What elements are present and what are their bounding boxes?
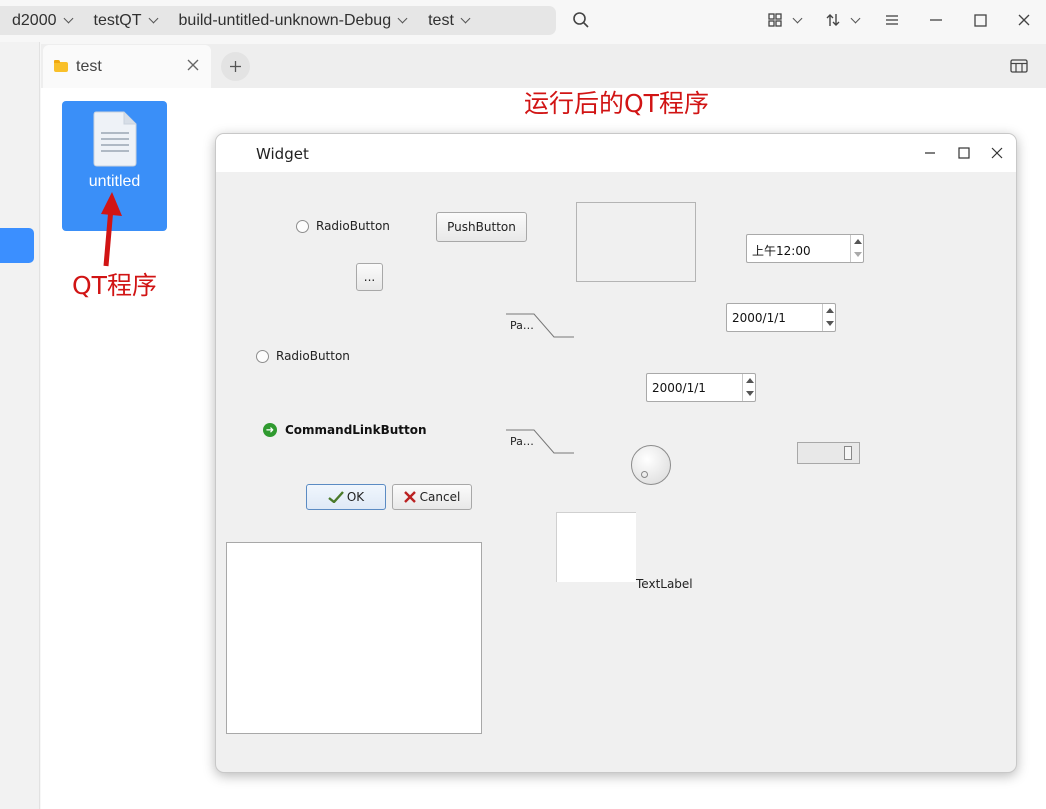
dial-knob[interactable] bbox=[631, 445, 671, 485]
graphics-view bbox=[556, 512, 636, 582]
spin-arrows[interactable] bbox=[850, 235, 863, 262]
breadcrumb-label: testQT bbox=[93, 11, 142, 29]
red-arrow-icon bbox=[101, 192, 122, 267]
radio-label: RadioButton bbox=[316, 219, 390, 233]
spin-arrows[interactable] bbox=[742, 374, 755, 401]
file-name: untitled bbox=[88, 173, 141, 190]
tab-test[interactable]: test bbox=[43, 45, 211, 88]
chevron-down-icon bbox=[850, 13, 860, 23]
top-bar: d2000 testQT build-untitled-unknown-Debu… bbox=[0, 0, 1046, 42]
maximize-icon[interactable] bbox=[956, 145, 972, 161]
spin-arrows[interactable] bbox=[822, 304, 835, 331]
annotation-qt-program: QT程序 bbox=[72, 271, 157, 300]
breadcrumb-label: d2000 bbox=[12, 11, 57, 29]
view-mode-button[interactable] bbox=[763, 8, 805, 32]
chevron-down-icon[interactable] bbox=[397, 13, 408, 24]
minimize-icon bbox=[930, 19, 942, 21]
sort-button[interactable] bbox=[821, 8, 863, 32]
breadcrumb-label: test bbox=[428, 11, 454, 29]
sort-icon bbox=[826, 14, 839, 26]
radio-circle[interactable] bbox=[256, 349, 269, 363]
search-button[interactable] bbox=[570, 8, 592, 32]
spin-down-icon[interactable] bbox=[826, 321, 834, 326]
breadcrumb-item-d2000[interactable]: d2000 bbox=[0, 12, 94, 30]
date-edit-value: 2000/1/1 bbox=[652, 381, 706, 395]
cancel-button[interactable]: Cancel bbox=[392, 484, 472, 510]
minimize-button[interactable] bbox=[927, 8, 945, 32]
spin-down-icon[interactable] bbox=[854, 252, 862, 257]
radio-label: RadioButton bbox=[276, 349, 350, 363]
time-edit-value: 上午12:00 bbox=[752, 244, 811, 258]
spin-up-icon[interactable] bbox=[854, 239, 862, 244]
arrow-right-circle-icon: ➜ bbox=[263, 423, 277, 437]
ok-label: OK bbox=[346, 490, 365, 504]
breadcrumb-item-test[interactable]: test bbox=[428, 12, 491, 30]
text-document-icon bbox=[93, 111, 137, 167]
radio-button-left[interactable]: RadioButton bbox=[256, 349, 350, 363]
push-button[interactable]: PushButton bbox=[436, 212, 527, 242]
time-edit[interactable]: 上午12:00 bbox=[746, 234, 864, 263]
close-tab-icon[interactable] bbox=[185, 57, 201, 73]
menu-button[interactable] bbox=[883, 8, 901, 32]
close-icon[interactable] bbox=[989, 145, 1005, 161]
spin-up-icon[interactable] bbox=[746, 378, 754, 383]
qt-window-title: Widget bbox=[256, 145, 309, 163]
detail-panel-icon[interactable] bbox=[1010, 58, 1028, 74]
date-edit-value: 2000/1/1 bbox=[732, 311, 786, 325]
tab-bar: test bbox=[41, 44, 1046, 88]
ok-button[interactable]: OK bbox=[306, 484, 386, 510]
frame-box bbox=[576, 202, 696, 282]
grid-view-icon bbox=[767, 13, 782, 27]
breadcrumb-label: build-untitled-unknown-Debug bbox=[178, 11, 392, 29]
qt-widget-window: Widget RadioButton PushButton 上午12:00 ..… bbox=[215, 133, 1017, 773]
qt-window-body: RadioButton PushButton 上午12:00 ... 2000/… bbox=[216, 172, 1016, 772]
command-link-button[interactable]: ➜ CommandLinkButton bbox=[263, 423, 427, 437]
minimize-icon[interactable] bbox=[922, 145, 938, 161]
cancel-x-icon bbox=[403, 491, 416, 503]
chevron-down-icon[interactable] bbox=[63, 13, 73, 24]
chevron-down-icon bbox=[792, 13, 802, 23]
sidebar bbox=[0, 42, 40, 809]
sidebar-item-selected[interactable] bbox=[0, 228, 34, 263]
plus-icon bbox=[230, 61, 241, 72]
command-link-label: CommandLinkButton bbox=[285, 423, 427, 437]
search-icon bbox=[573, 12, 589, 28]
qt-titlebar: Widget bbox=[216, 134, 1016, 172]
breadcrumb-item-build[interactable]: build-untitled-unknown-Debug bbox=[179, 12, 429, 30]
toolbox-page-2[interactable]: Pa… bbox=[510, 435, 534, 448]
horizontal-slider[interactable] bbox=[797, 442, 860, 464]
annotation-title: 运行后的QT程序 bbox=[524, 89, 709, 118]
toolbox-page-1[interactable]: Pa… bbox=[510, 319, 534, 332]
text-label: TextLabel bbox=[636, 577, 693, 591]
breadcrumb-item-testqt[interactable]: testQT bbox=[94, 12, 179, 30]
cancel-label: Cancel bbox=[419, 490, 461, 504]
text-edit-area[interactable] bbox=[226, 542, 482, 734]
spin-down-icon[interactable] bbox=[746, 391, 754, 396]
folder-icon bbox=[54, 60, 68, 72]
slider-handle[interactable] bbox=[844, 446, 852, 460]
close-window-button[interactable] bbox=[1015, 8, 1033, 32]
date-edit-2[interactable]: 2000/1/1 bbox=[646, 373, 756, 402]
radio-button-top[interactable]: RadioButton bbox=[296, 219, 390, 233]
spin-up-icon[interactable] bbox=[826, 308, 834, 313]
tool-button[interactable]: ... bbox=[356, 263, 383, 291]
radio-circle[interactable] bbox=[296, 219, 309, 233]
date-edit-1[interactable]: 2000/1/1 bbox=[726, 303, 836, 332]
breadcrumb: d2000 testQT build-untitled-unknown-Debu… bbox=[0, 6, 556, 35]
dial-notch bbox=[641, 471, 648, 478]
menu-icon bbox=[886, 15, 898, 25]
ok-check-icon bbox=[328, 491, 344, 503]
tab-label: test bbox=[76, 58, 102, 75]
maximize-icon bbox=[973, 13, 987, 27]
chevron-down-icon[interactable] bbox=[460, 13, 471, 24]
chevron-down-icon[interactable] bbox=[148, 13, 158, 24]
close-icon bbox=[1018, 14, 1030, 26]
maximize-button[interactable] bbox=[971, 8, 989, 32]
add-tab-button[interactable] bbox=[221, 52, 250, 81]
